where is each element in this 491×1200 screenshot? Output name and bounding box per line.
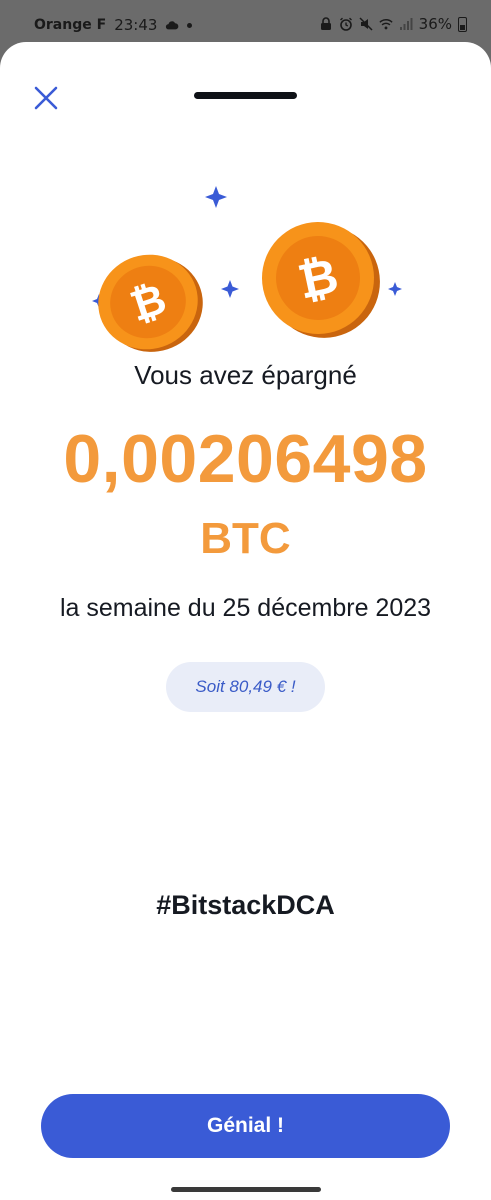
hashtag: #BitstackDCA <box>156 890 335 920</box>
coins-illustration: ₿ ₿ <box>92 186 402 352</box>
signal-icon <box>399 18 413 30</box>
cloud-icon <box>166 21 179 30</box>
savings-sheet: ₿ ₿ Vous avez épargné 0,00206498 BTC la … <box>0 42 491 1182</box>
wifi-icon <box>379 19 393 30</box>
status-bar: Orange F 23:43 36% <box>0 0 491 44</box>
battery-level: 36% <box>418 15 452 33</box>
bitcoin-coin-icon: ₿ <box>98 254 203 352</box>
mute-icon <box>359 17 373 31</box>
savings-period: la semaine du 25 décembre 2023 <box>59 594 432 622</box>
alarm-icon <box>339 17 352 31</box>
currency-unit: BTC <box>200 514 291 563</box>
close-icon <box>34 86 58 110</box>
close-button[interactable] <box>30 82 62 114</box>
clock-time: 23:43 <box>114 16 158 34</box>
home-indicator[interactable] <box>171 1187 321 1192</box>
lock-icon <box>320 17 331 30</box>
fiat-equivalent-badge: Soit 80,49 € ! <box>166 662 325 712</box>
carrier-name: Orange F <box>34 17 107 33</box>
battery-icon <box>458 16 467 32</box>
btc-amount: 0,00206498 <box>63 421 428 497</box>
fiat-equivalent-text: Soit 80,49 € ! <box>195 677 296 696</box>
confirm-button[interactable]: Génial ! <box>41 1094 450 1158</box>
bitcoin-coin-icon: ₿ <box>262 222 380 338</box>
drag-handle[interactable] <box>194 92 297 99</box>
savings-heading: Vous avez épargné <box>134 360 357 390</box>
notification-dot <box>187 22 193 28</box>
